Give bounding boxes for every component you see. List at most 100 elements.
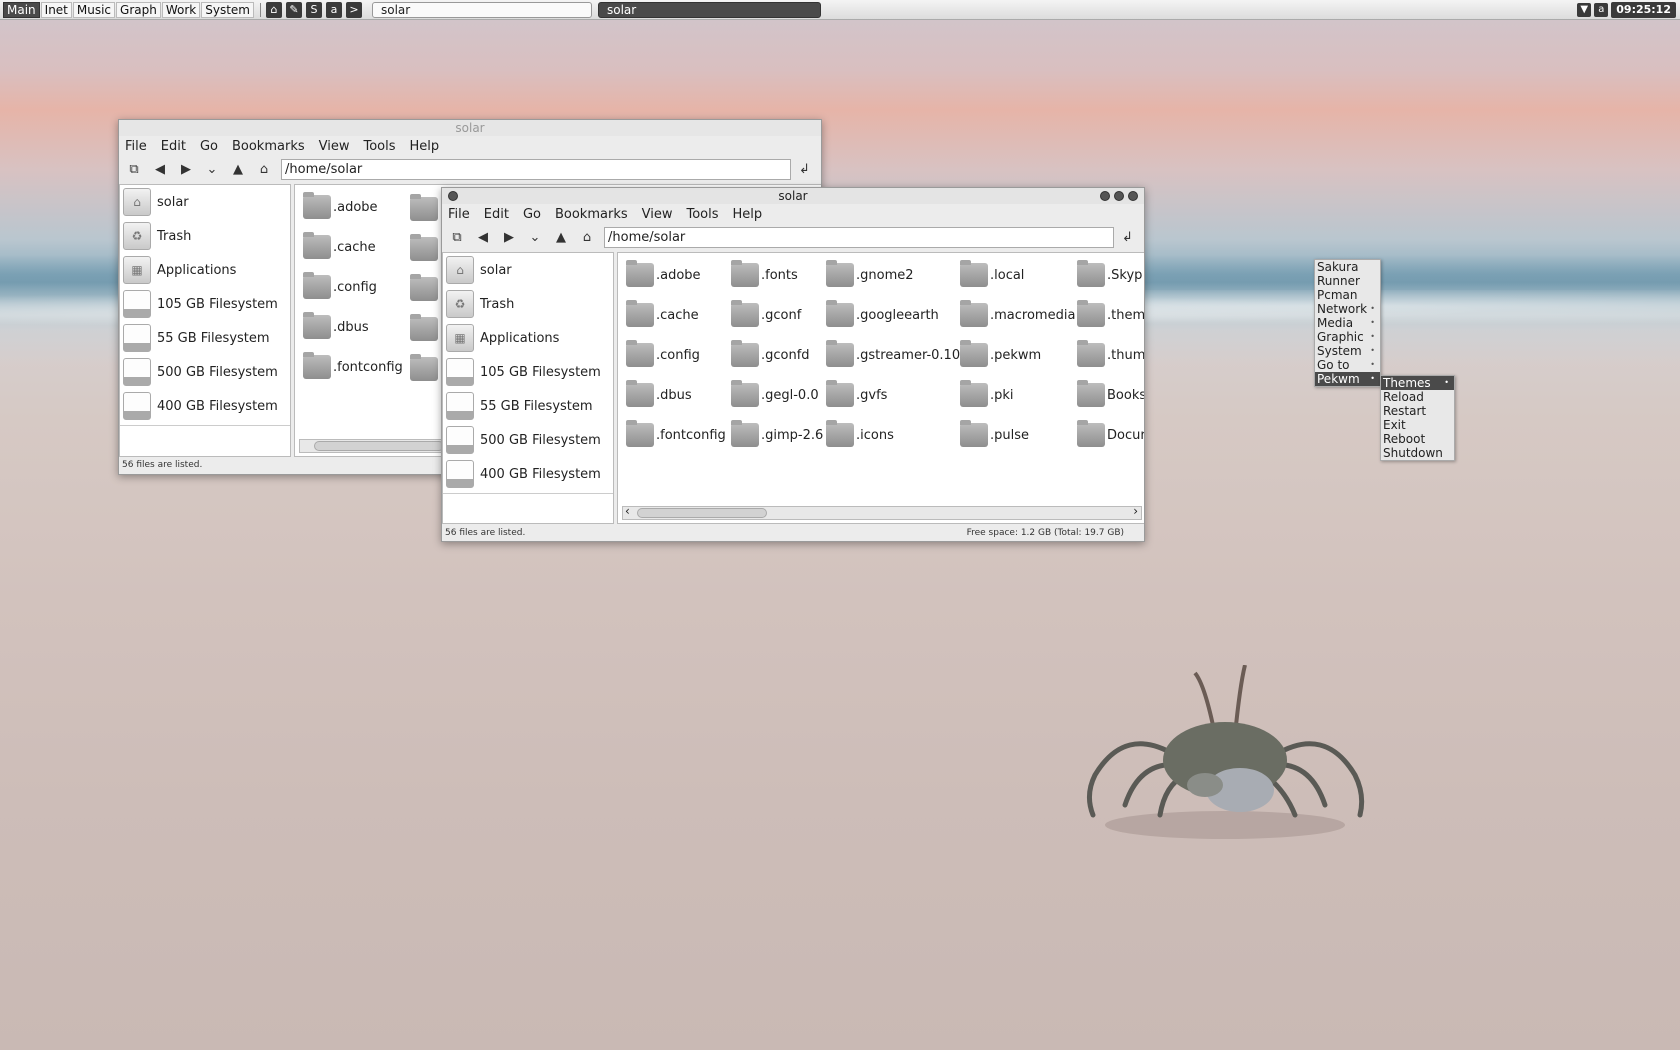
path-input[interactable]: /home/solar [281, 159, 791, 180]
file-item[interactable]: .gconf [731, 300, 801, 327]
file-item[interactable]: .cache [303, 232, 376, 259]
file-item[interactable]: .adobe [626, 260, 701, 287]
history-icon[interactable]: ⌄ [203, 161, 221, 179]
file-manager-window-front[interactable]: solar File Edit Go Bookmarks View Tools Help ⧉… [441, 187, 1145, 542]
file-item[interactable]: .dbus [303, 312, 369, 339]
sidebar-item[interactable]: 500 GB Filesystem [443, 423, 613, 457]
sidebar-item[interactable]: ⌂ solar [120, 185, 290, 219]
scrollbar-thumb[interactable] [637, 508, 767, 518]
file-item[interactable]: .icons [826, 420, 894, 447]
up-icon[interactable]: ▲ [552, 229, 570, 247]
sidebar-item[interactable]: 55 GB Filesystem [120, 321, 290, 355]
edit-icon[interactable]: ✎ [286, 1, 302, 18]
back-icon[interactable]: ◀ [474, 229, 492, 247]
pekwm-menu-item-restart[interactable]: Restart [1381, 404, 1454, 418]
forward-icon[interactable]: ▶ [177, 161, 195, 179]
sidebar-item[interactable]: 105 GB Filesystem [120, 287, 290, 321]
file-item[interactable]: .macromedia [960, 300, 1075, 327]
file-item[interactable]: .config [626, 340, 700, 367]
window-titlebar[interactable]: solar [442, 188, 1144, 204]
menu-edit[interactable]: Edit [161, 139, 186, 154]
menu-bookmarks[interactable]: Bookmarks [555, 207, 628, 222]
workspace-work[interactable]: Work [161, 1, 201, 18]
pekwm-menu-item-shutdown[interactable]: Shutdown [1381, 446, 1454, 460]
workspace-inet[interactable]: Inet [40, 1, 72, 18]
file-item[interactable]: .adobe [303, 192, 378, 219]
sidebar-item[interactable]: 105 GB Filesystem [443, 355, 613, 389]
menu-go[interactable]: Go [523, 207, 541, 222]
sidebar-item[interactable]: 400 GB Filesystem [443, 457, 613, 491]
menu-help[interactable]: Help [733, 207, 763, 222]
open-tab-icon[interactable]: ⧉ [125, 161, 143, 179]
file-item[interactable]: .gimp-2.6 [731, 420, 823, 447]
file-item[interactable]: .gvfs [826, 380, 887, 407]
home-icon[interactable]: ⌂ [255, 161, 273, 179]
file-item[interactable]: .cache [626, 300, 699, 327]
path-input[interactable]: /home/solar [604, 227, 1114, 248]
file-item[interactable]: .gstreamer-0.10 [826, 340, 960, 367]
root-menu-item-network[interactable]: Network [1315, 302, 1380, 316]
file-item[interactable]: Books [1077, 380, 1144, 407]
sidebar-item[interactable]: 400 GB Filesystem [120, 389, 290, 423]
root-menu-item-sakura[interactable]: Sakura [1315, 260, 1380, 274]
file-item[interactable]: .dbus [626, 380, 692, 407]
sidebar-item[interactable]: ♻ Trash [443, 287, 613, 321]
file-item[interactable]: .gnome2 [826, 260, 914, 287]
menu-view[interactable]: View [319, 139, 350, 154]
root-menu-item-pcman[interactable]: Pcman [1315, 288, 1380, 302]
file-item[interactable]: .fonts [731, 260, 798, 287]
dropdown-icon[interactable]: ▼ [1577, 3, 1592, 17]
file-item[interactable]: .googleearth [826, 300, 939, 327]
horizontal-scrollbar[interactable]: ‹ › [622, 504, 1142, 520]
back-icon[interactable]: ◀ [151, 161, 169, 179]
file-item[interactable]: .config [303, 272, 377, 299]
go-icon[interactable]: ↲ [1122, 230, 1138, 245]
sidebar-item[interactable]: ♻ Trash [120, 219, 290, 253]
window-menu-icon[interactable] [448, 191, 458, 201]
minimize-icon[interactable] [1100, 191, 1110, 201]
file-item[interactable]: .gegl-0.0 [731, 380, 819, 407]
sidebar-item[interactable]: ⌂ solar [443, 253, 613, 287]
root-menu-item-runner[interactable]: Runner [1315, 274, 1380, 288]
go-icon[interactable]: ↲ [799, 162, 815, 177]
sidebar-item[interactable]: 500 GB Filesystem [120, 355, 290, 389]
root-menu-item-graphic[interactable]: Graphic [1315, 330, 1380, 344]
file-item[interactable]: .Skyp [1077, 260, 1142, 287]
root-menu-item-media[interactable]: Media [1315, 316, 1380, 330]
amarok-tray-icon[interactable]: a [1594, 3, 1609, 17]
pekwm-menu-item-reboot[interactable]: Reboot [1381, 432, 1454, 446]
amarok-icon[interactable]: a [326, 1, 342, 18]
file-item[interactable]: .them [1077, 300, 1144, 327]
scrollbar-thumb[interactable] [314, 441, 444, 451]
task-solar-1[interactable]: solar [372, 1, 592, 18]
file-item[interactable]: Docur [1077, 420, 1144, 447]
file-item[interactable]: .gconfd [731, 340, 810, 367]
root-menu-item-go-to[interactable]: Go to [1315, 358, 1380, 372]
pekwm-menu-item-exit[interactable]: Exit [1381, 418, 1454, 432]
home-icon[interactable]: ⌂ [578, 229, 596, 247]
file-item[interactable]: .fontconfig [626, 420, 726, 447]
pekwm-menu-item-themes[interactable]: Themes [1381, 376, 1454, 390]
sidebar-item[interactable]: 55 GB Filesystem [443, 389, 613, 423]
file-item[interactable]: .local [960, 260, 1024, 287]
task-solar-2[interactable]: solar [598, 1, 821, 18]
menu-tools[interactable]: Tools [363, 139, 395, 154]
menu-help[interactable]: Help [410, 139, 440, 154]
sidebar-item[interactable]: ▦ Applications [443, 321, 613, 355]
terminal-icon[interactable]: > [346, 1, 362, 18]
skype-icon[interactable]: S [306, 1, 322, 18]
window-title[interactable]: solar [119, 120, 821, 136]
file-item[interactable]: .pulse [960, 420, 1029, 447]
menu-tools[interactable]: Tools [686, 207, 718, 222]
pekwm-menu-item-reload[interactable]: Reload [1381, 390, 1454, 404]
scroll-left-icon[interactable]: ‹ [625, 504, 630, 518]
workspace-system[interactable]: System [201, 1, 254, 18]
root-menu-item-pekwm[interactable]: Pekwm [1315, 372, 1380, 386]
home-icon[interactable]: ⌂ [266, 1, 282, 18]
file-item[interactable]: .fontconfig [303, 352, 403, 379]
menu-file[interactable]: File [125, 139, 147, 154]
open-tab-icon[interactable]: ⧉ [448, 229, 466, 247]
menu-view[interactable]: View [642, 207, 673, 222]
file-item[interactable]: .pki [960, 380, 1014, 407]
maximize-icon[interactable] [1114, 191, 1124, 201]
